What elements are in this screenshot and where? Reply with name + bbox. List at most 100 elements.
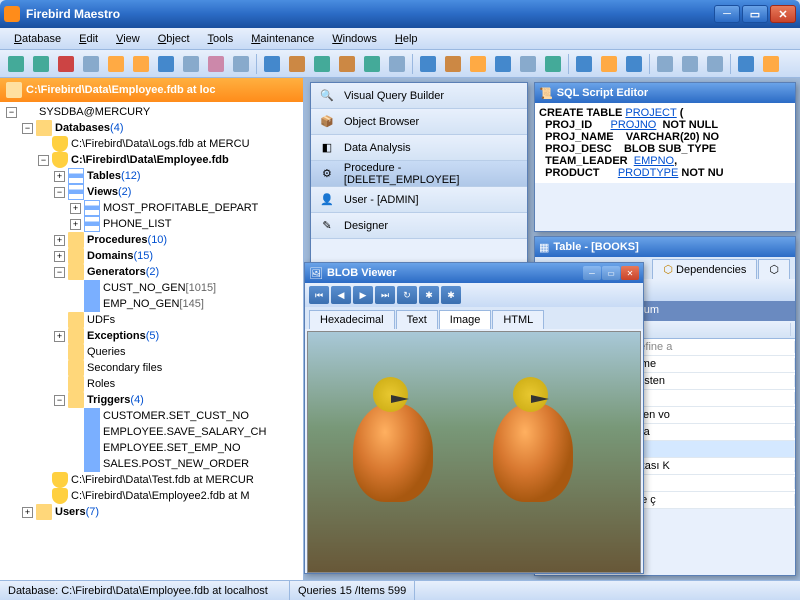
tree-node[interactable]: +Users (7) <box>2 504 301 520</box>
menu-windows[interactable]: Windows <box>324 31 385 47</box>
panel-user[interactable]: 👤User - [ADMIN] <box>311 187 527 213</box>
toolbar-btn-13[interactable] <box>310 53 334 75</box>
blob-last[interactable]: ⏭ <box>375 286 395 304</box>
tree-node[interactable]: C:\Firebird\Data\Employee2.fdb at M <box>2 488 301 504</box>
tree-icon <box>84 408 100 424</box>
blob-close[interactable]: ✕ <box>621 266 639 280</box>
tab-more[interactable]: ⬡ <box>758 259 790 279</box>
panel-designer[interactable]: ✎Designer <box>311 213 527 239</box>
toolbar-btn-6[interactable] <box>154 53 178 75</box>
tree-node[interactable]: −Views (2) <box>2 184 301 200</box>
menu-edit[interactable]: Edit <box>71 31 106 47</box>
tree-node[interactable]: +MOST_PROFITABLE_DEPART <box>2 200 301 216</box>
tree-node[interactable]: +Domains (15) <box>2 248 301 264</box>
toolbar-btn-29[interactable] <box>653 53 677 75</box>
menu-tools[interactable]: Tools <box>200 31 242 47</box>
status-queries: Queries 15 /Items 599 <box>290 581 415 600</box>
maximize-button[interactable]: ▭ <box>742 5 768 23</box>
tree-node[interactable]: +Tables (12) <box>2 168 301 184</box>
toolbar-btn-20[interactable] <box>466 53 490 75</box>
tree-icon <box>84 424 100 440</box>
sql-content[interactable]: CREATE TABLE PROJECT ( PROJ_ID PROJNO NO… <box>535 103 795 183</box>
tree-icon <box>52 488 68 504</box>
tree-icon <box>84 280 100 296</box>
tree-node[interactable]: −Generators (2) <box>2 264 301 280</box>
toolbar-btn-21[interactable] <box>491 53 515 75</box>
toolbar-btn-27[interactable] <box>622 53 646 75</box>
toolbar-btn-22[interactable] <box>516 53 540 75</box>
toolbar-btn-1[interactable] <box>29 53 53 75</box>
tree-node[interactable]: Queries <box>2 344 301 360</box>
panel-data-analysis[interactable]: ◧Data Analysis <box>311 135 527 161</box>
panel-procedure[interactable]: ⚙Procedure - [DELETE_EMPLOYEE] <box>311 161 527 187</box>
toolbar-btn-11[interactable] <box>260 53 284 75</box>
blob-refresh[interactable]: ↻ <box>397 286 417 304</box>
toolbar-btn-14[interactable] <box>335 53 359 75</box>
tree-node[interactable]: CUSTOMER.SET_CUST_NO <box>2 408 301 424</box>
tree-node[interactable]: C:\Firebird\Data\Test.fdb at MERCUR <box>2 472 301 488</box>
blob-minimize[interactable]: ─ <box>583 266 601 280</box>
toolbar-btn-31[interactable] <box>703 53 727 75</box>
tree-node[interactable]: −SYSDBA@MERCURY <box>2 104 301 120</box>
toolbar-btn-5[interactable] <box>129 53 153 75</box>
toolbar-btn-23[interactable] <box>541 53 565 75</box>
toolbar-btn-16[interactable] <box>385 53 409 75</box>
tree-node[interactable]: −Databases (4) <box>2 120 301 136</box>
tree-node[interactable]: −C:\Firebird\Data\Employee.fdb <box>2 152 301 168</box>
blob-first[interactable]: ⏮ <box>309 286 329 304</box>
tree-node[interactable]: CUST_NO_GEN [1015] <box>2 280 301 296</box>
toolbar-btn-26[interactable] <box>597 53 621 75</box>
toolbar-btn-19[interactable] <box>441 53 465 75</box>
toolbar-btn-25[interactable] <box>572 53 596 75</box>
toolbar-btn-4[interactable] <box>104 53 128 75</box>
toolbar-btn-33[interactable] <box>734 53 758 75</box>
toolbar-btn-2[interactable] <box>54 53 78 75</box>
tree-icon <box>52 472 68 488</box>
blob-tab-hexadecimal[interactable]: Hexadecimal <box>309 310 395 329</box>
toolbar-btn-7[interactable] <box>179 53 203 75</box>
blob-prev[interactable]: ◀ <box>331 286 351 304</box>
tree-node[interactable]: +Exceptions (5) <box>2 328 301 344</box>
toolbar-btn-9[interactable] <box>229 53 253 75</box>
tab-dependencies[interactable]: ⬡ Dependencies <box>652 259 757 279</box>
menu-help[interactable]: Help <box>387 31 426 47</box>
toolbar-btn-15[interactable] <box>360 53 384 75</box>
menu-object[interactable]: Object <box>150 31 198 47</box>
blob-tab-text[interactable]: Text <box>396 310 438 329</box>
blob-star2[interactable]: ✱ <box>441 286 461 304</box>
tree-icon <box>68 248 84 264</box>
tree-node[interactable]: SALES.POST_NEW_ORDER <box>2 456 301 472</box>
blob-tab-html[interactable]: HTML <box>492 310 544 329</box>
menu-maintenance[interactable]: Maintenance <box>243 31 322 47</box>
panel-visual-query[interactable]: 🔍Visual Query Builder <box>311 83 527 109</box>
tree-node[interactable]: Roles <box>2 376 301 392</box>
menu-view[interactable]: View <box>108 31 148 47</box>
tree-node[interactable]: UDFs <box>2 312 301 328</box>
menu-database[interactable]: Database <box>6 31 69 47</box>
tree-node[interactable]: +PHONE_LIST <box>2 216 301 232</box>
tree-node[interactable]: −Triggers (4) <box>2 392 301 408</box>
toolbar-btn-18[interactable] <box>416 53 440 75</box>
toolbar-btn-0[interactable] <box>4 53 28 75</box>
blob-star1[interactable]: ✱ <box>419 286 439 304</box>
toolbar-btn-34[interactable] <box>759 53 783 75</box>
object-tree[interactable]: −SYSDBA@MERCURY−Databases (4)C:\Firebird… <box>0 102 303 580</box>
blob-icon: 🖼 <box>309 267 323 280</box>
panel-object-browser[interactable]: 📦Object Browser <box>311 109 527 135</box>
tree-node[interactable]: EMPLOYEE.SET_EMP_NO <box>2 440 301 456</box>
close-button[interactable]: ✕ <box>770 5 796 23</box>
toolbar-btn-12[interactable] <box>285 53 309 75</box>
blob-maximize[interactable]: ▭ <box>602 266 620 280</box>
tree-node[interactable]: EMPLOYEE.SAVE_SALARY_CH <box>2 424 301 440</box>
tree-node[interactable]: C:\Firebird\Data\Logs.fdb at MERCU <box>2 136 301 152</box>
tree-node[interactable]: Secondary files <box>2 360 301 376</box>
toolbar-btn-8[interactable] <box>204 53 228 75</box>
toolbar-btn-30[interactable] <box>678 53 702 75</box>
toolbar-btn-3[interactable] <box>79 53 103 75</box>
tree-icon <box>68 360 84 376</box>
tree-node[interactable]: EMP_NO_GEN [145] <box>2 296 301 312</box>
tree-node[interactable]: +Procedures (10) <box>2 232 301 248</box>
minimize-button[interactable]: ─ <box>714 5 740 23</box>
blob-tab-image[interactable]: Image <box>439 310 492 329</box>
blob-next[interactable]: ▶ <box>353 286 373 304</box>
